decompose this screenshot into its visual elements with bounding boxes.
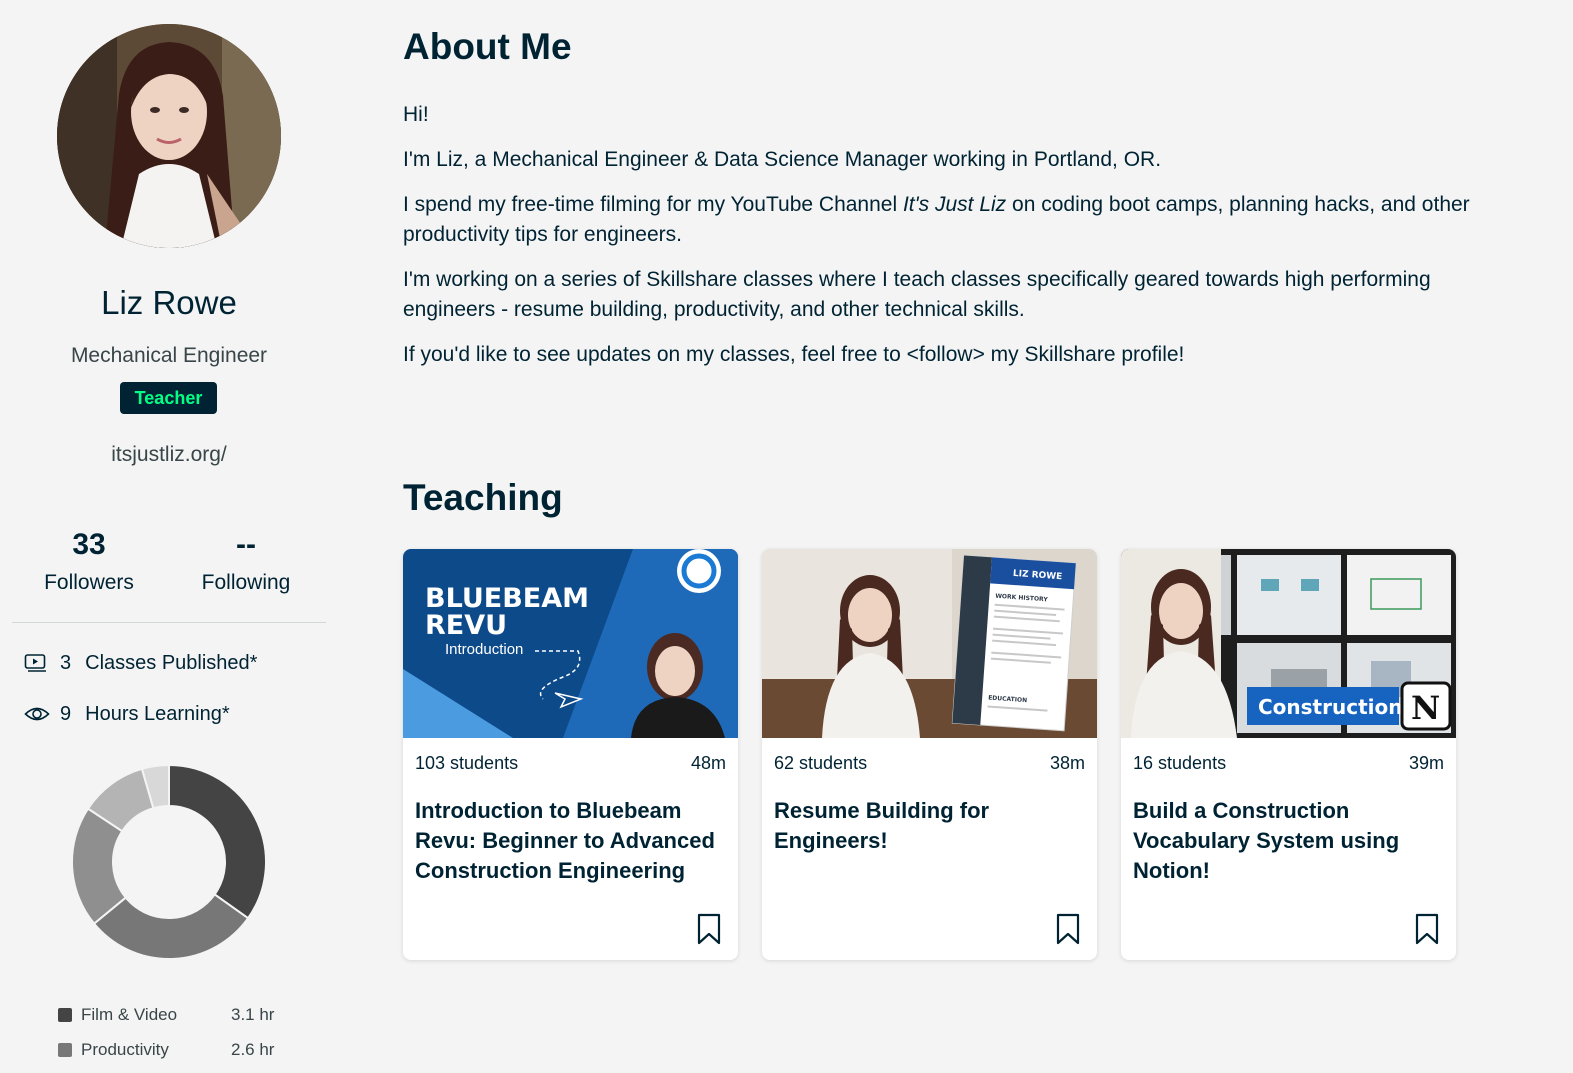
profile-headline: Mechanical Engineer [70, 344, 268, 367]
student-count: 62 students [774, 753, 868, 773]
legend-swatch [58, 1008, 72, 1022]
about-paragraph: I'm Liz, a Mechanical Engineer & Data Sc… [403, 148, 1162, 171]
profile-sidebar: Liz Rowe Mechanical Engineer Teacher its… [0, 0, 340, 1073]
class-duration: 39m [1408, 753, 1444, 773]
about-paragraph: Hi! [403, 103, 429, 126]
classes-published-label: Classes Published* [85, 651, 258, 674]
thumb-text: Construction [1258, 695, 1402, 719]
bookmark-icon[interactable] [1415, 913, 1439, 945]
student-count: 103 students [415, 753, 519, 773]
donut-segment-0 [168, 763, 267, 920]
profile-name: Liz Rowe [101, 284, 237, 321]
class-thumbnail[interactable]: BLUEBEAM REVU Introduction [403, 549, 738, 738]
classes-published-count: 3 [60, 651, 72, 674]
legend-label: Productivity [81, 1040, 169, 1059]
about-text-span: I spend my free-time filming for my YouT… [403, 193, 903, 216]
about-text: Hi! I'm Liz, a Mechanical Engineer & Dat… [403, 100, 1503, 385]
bookmark-icon[interactable] [1056, 913, 1080, 945]
thumb-text: REVU [425, 610, 507, 641]
about-paragraph: I spend my free-time filming for my YouT… [403, 190, 1503, 250]
class-title[interactable]: Resume Building for Engineers! [774, 796, 1081, 856]
avatar-photo [57, 24, 281, 248]
legend-item-film-video: Film & Video 3.1 hr [58, 1004, 288, 1026]
class-duration: 38m [1049, 753, 1085, 773]
class-card[interactable]: BLUEBEAM REVU Introduction 103 students … [403, 549, 738, 960]
legend-item-productivity: Productivity 2.6 hr [58, 1039, 288, 1061]
following-label: Following [201, 571, 291, 594]
legend-label: Film & Video [81, 1005, 178, 1024]
classes-published-row: 3 Classes Published* [24, 650, 257, 676]
sidebar-divider [12, 622, 326, 623]
channel-name: It's Just Liz [902, 193, 1007, 216]
legend-swatch [58, 1043, 72, 1057]
about-title: About Me [403, 26, 572, 67]
class-meta: 103 students 48m [415, 753, 726, 774]
bookmark-icon[interactable] [697, 913, 721, 945]
about-paragraph: If you'd like to see updates on my class… [403, 343, 1185, 366]
profile-page: Liz Rowe Mechanical Engineer Teacher its… [0, 0, 1573, 1073]
hours-learning-row: 9 Hours Learning* [24, 701, 230, 727]
class-thumbnail[interactable]: LIZ ROWE WORK HISTORY EDUCATION [762, 549, 1097, 738]
class-meta: 16 students 39m [1133, 753, 1444, 774]
notion-logo: N [1411, 689, 1440, 727]
avatar[interactable] [57, 24, 281, 248]
teaching-title: Teaching [403, 477, 563, 518]
student-count: 16 students [1133, 753, 1227, 773]
followers-count: 33 [72, 528, 106, 561]
class-duration: 48m [690, 753, 726, 773]
legend-value: 2.6 hr [231, 1040, 275, 1059]
video-icon [24, 652, 50, 674]
following-count: -- [236, 528, 256, 561]
class-card[interactable]: LIZ ROWE WORK HISTORY EDUCATION 62 stude… [762, 549, 1097, 960]
website-link[interactable]: itsjustliz.org/ [0, 443, 338, 467]
following-stat[interactable]: -- Following [166, 527, 326, 595]
hours-learning-count: 9 [60, 702, 72, 725]
learning-donut-chart [71, 763, 267, 960]
class-thumbnail[interactable]: Construction N [1121, 549, 1456, 738]
eye-icon [24, 703, 50, 725]
hours-learning-label: Hours Learning* [85, 702, 230, 725]
thumb-text: Introduction [445, 641, 523, 658]
class-title[interactable]: Build a Construction Vocabulary System u… [1133, 796, 1440, 886]
followers-stat[interactable]: 33 Followers [9, 527, 169, 595]
followers-label: Followers [44, 571, 134, 594]
class-meta: 62 students 38m [774, 753, 1085, 774]
legend-value: 3.1 hr [231, 1005, 275, 1024]
about-paragraph: I'm working on a series of Skillshare cl… [403, 268, 1431, 321]
class-title[interactable]: Introduction to Bluebeam Revu: Beginner … [415, 796, 722, 886]
class-card[interactable]: Construction N 16 students 39m Build a C… [1121, 549, 1456, 960]
teacher-badge: Teacher [120, 382, 217, 414]
